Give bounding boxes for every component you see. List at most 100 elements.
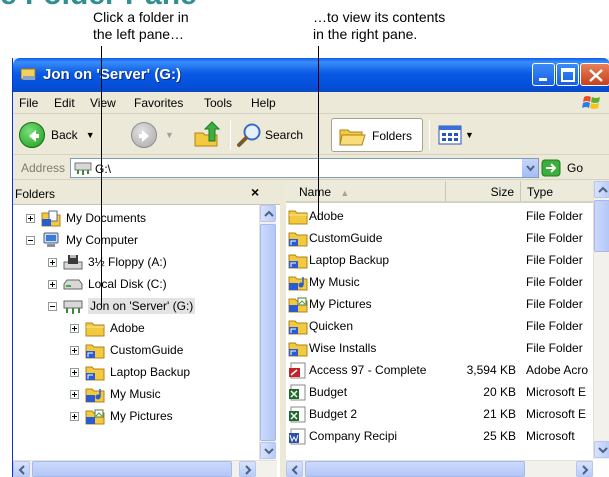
excel-file-icon xyxy=(289,384,306,401)
callout-right-line-2: in the right pane. xyxy=(313,26,418,42)
minimize-button[interactable] xyxy=(532,63,555,86)
scroll-up-button[interactable] xyxy=(260,205,276,222)
tree-item[interactable]: My Pictures xyxy=(70,405,173,427)
tree-item[interactable]: My Music xyxy=(70,383,161,405)
horizontal-scroll-thumb[interactable] xyxy=(305,461,525,477)
views-dropdown-icon[interactable]: ▼ xyxy=(465,130,474,140)
sort-ascending-icon: ▲ xyxy=(340,188,350,198)
address-dropdown-button[interactable] xyxy=(521,159,538,177)
scroll-left-button[interactable] xyxy=(286,461,303,477)
tree-item-label: Jon on 'Server' (G:) xyxy=(88,298,196,314)
file-row[interactable]: CustomGuide File Folder xyxy=(286,227,593,249)
file-row[interactable]: My Music File Folder xyxy=(286,271,593,293)
collapse-minus-icon[interactable] xyxy=(26,235,35,245)
forward-arrow-icon xyxy=(131,122,157,148)
back-dropdown-icon[interactable]: ▼ xyxy=(86,130,95,140)
tree-item-label: Local Disk (C:) xyxy=(88,277,167,291)
file-size: 21 KB xyxy=(483,407,516,421)
menu-view[interactable]: View xyxy=(90,96,116,110)
close-window-button[interactable] xyxy=(580,63,609,86)
callout-right-line-1: …to view its contents xyxy=(313,9,446,25)
tree-item[interactable]: Adobe xyxy=(70,317,145,339)
scroll-right-button[interactable] xyxy=(239,461,256,477)
scroll-up-button[interactable] xyxy=(594,181,609,198)
shared-folder-icon xyxy=(288,320,308,335)
scroll-left-button[interactable] xyxy=(13,461,30,477)
scroll-down-button[interactable] xyxy=(260,442,276,459)
tree-item[interactable]: 3½ Floppy (A:) xyxy=(48,251,167,273)
views-button[interactable]: ▼ xyxy=(437,118,474,152)
scroll-thumb[interactable] xyxy=(594,200,609,252)
file-type: File Folder xyxy=(526,275,583,289)
file-row[interactable]: Access 97 - Complete 3,594 KB Adobe Acro xyxy=(286,359,593,381)
maximize-button[interactable] xyxy=(556,63,579,86)
chevron-down-icon xyxy=(264,448,274,455)
my-documents-icon xyxy=(41,210,61,226)
up-folder-button[interactable] xyxy=(193,118,221,152)
file-row[interactable]: Quicken File Folder xyxy=(286,315,593,337)
toolbar-separator xyxy=(230,120,231,150)
folder-icon xyxy=(288,210,308,225)
forward-button[interactable]: ▼ xyxy=(131,118,174,152)
tree-item[interactable]: Jon on 'Server' (G:) xyxy=(48,295,196,317)
collapse-minus-icon[interactable] xyxy=(48,301,57,311)
expand-plus-icon[interactable] xyxy=(70,345,79,355)
expand-plus-icon[interactable] xyxy=(70,389,79,399)
tree-item-label: My Documents xyxy=(66,211,147,225)
address-input[interactable]: G:\ xyxy=(70,158,539,178)
file-row[interactable]: My Pictures File Folder xyxy=(286,293,593,315)
back-label: Back xyxy=(51,128,78,142)
scroll-right-button[interactable] xyxy=(576,461,593,477)
column-size[interactable]: Size xyxy=(446,181,521,201)
expand-plus-icon[interactable] xyxy=(70,411,79,421)
expand-plus-icon[interactable] xyxy=(48,279,57,289)
file-name: Laptop Backup xyxy=(309,253,390,267)
file-row[interactable]: Laptop Backup File Folder xyxy=(286,249,593,271)
expand-plus-icon[interactable] xyxy=(70,367,79,377)
menu-file[interactable]: File xyxy=(19,96,38,110)
expand-plus-icon[interactable] xyxy=(26,213,35,223)
file-size: 25 KB xyxy=(483,429,516,443)
tree-item[interactable]: Laptop Backup xyxy=(70,361,190,383)
folders-button[interactable]: Folders xyxy=(331,118,423,152)
back-button[interactable]: Back ▼ xyxy=(19,118,95,152)
file-row[interactable]: Budget 20 KB Microsoft E xyxy=(286,381,593,403)
menu-help[interactable]: Help xyxy=(251,96,276,110)
close-icon xyxy=(589,69,603,82)
file-row[interactable]: Adobe File Folder xyxy=(286,205,593,227)
search-button[interactable]: Search xyxy=(237,118,303,152)
tree-item[interactable]: My Documents xyxy=(26,207,146,229)
file-row[interactable]: Wise Installs File Folder xyxy=(286,337,593,359)
file-size: 3,594 KB xyxy=(466,363,516,377)
folders-pane-header: Folders × xyxy=(13,181,280,205)
file-name: My Music xyxy=(309,275,360,289)
go-button[interactable]: Go xyxy=(541,158,607,178)
files-horizontal-scrollbar[interactable] xyxy=(286,460,593,477)
file-row[interactable]: Budget 2 21 KB Microsoft E xyxy=(286,403,593,425)
files-pane: Name ▲ Size Type Adobe File Folder CustomG… xyxy=(286,181,609,477)
tree-item[interactable]: My Computer xyxy=(26,229,138,251)
menu-favorites[interactable]: Favorites xyxy=(134,96,183,110)
tree-item[interactable]: CustomGuide xyxy=(70,339,183,361)
callout-left-line-1: Click a folder in xyxy=(93,9,189,25)
column-name[interactable]: Name ▲ xyxy=(286,181,446,201)
expand-plus-icon[interactable] xyxy=(70,323,79,333)
folders-horizontal-scrollbar[interactable] xyxy=(13,460,277,477)
file-row[interactable]: Company Recipi 25 KB Microsoft xyxy=(286,425,593,447)
expand-plus-icon[interactable] xyxy=(48,257,57,267)
column-type[interactable]: Type xyxy=(521,181,601,201)
title-bar[interactable]: Jon on 'Server' (G:) xyxy=(13,58,609,92)
scroll-thumb[interactable] xyxy=(260,224,276,441)
maximize-icon xyxy=(561,68,575,82)
forward-dropdown-icon[interactable]: ▼ xyxy=(165,130,174,140)
menu-edit[interactable]: Edit xyxy=(54,96,75,110)
horizontal-scroll-thumb[interactable] xyxy=(32,461,232,477)
tree-item[interactable]: Local Disk (C:) xyxy=(48,273,167,295)
pictures-folder-icon xyxy=(85,409,105,424)
menu-tools[interactable]: Tools xyxy=(204,96,232,110)
close-folders-pane-icon[interactable]: × xyxy=(251,184,259,200)
folders-vertical-scrollbar[interactable] xyxy=(259,205,276,460)
scroll-down-button[interactable] xyxy=(594,441,609,458)
files-vertical-scrollbar[interactable] xyxy=(593,181,609,459)
file-name: Wise Installs xyxy=(309,341,377,355)
